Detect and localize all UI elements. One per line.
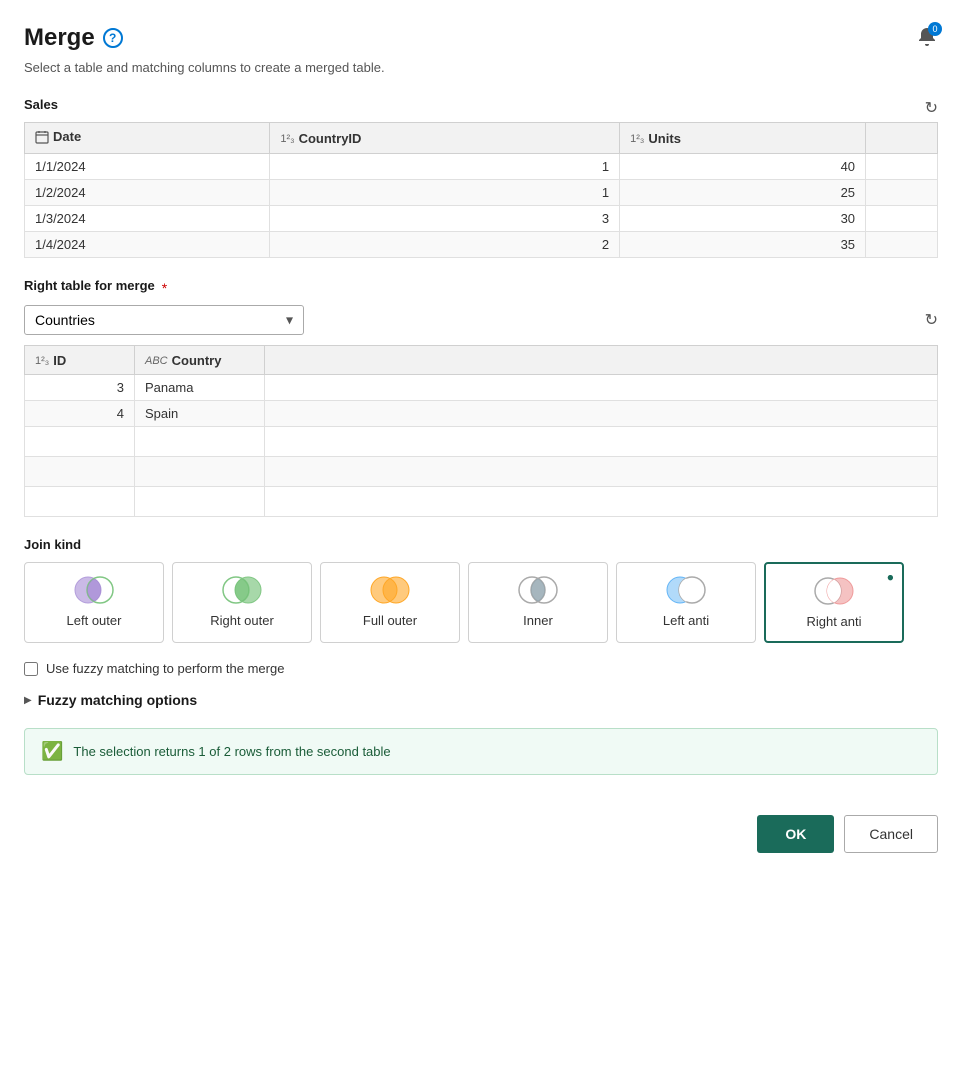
- join-option-full-outer[interactable]: Full outer: [320, 562, 460, 643]
- table-row-empty1: [25, 427, 938, 457]
- notification-icon[interactable]: 0: [916, 26, 938, 51]
- join-option-left-outer[interactable]: Left outer: [24, 562, 164, 643]
- table-row: 1/3/2024 3 30: [25, 205, 938, 231]
- table-row-empty3: [25, 487, 938, 517]
- fuzzy-matching-checkbox[interactable]: [24, 662, 38, 676]
- sales-table-label: Sales: [24, 97, 58, 112]
- join-option-right-outer[interactable]: Right outer: [172, 562, 312, 643]
- fuzzy-matching-row: Use fuzzy matching to perform the merge: [24, 661, 938, 676]
- sales-col-empty: [866, 123, 938, 154]
- footer-buttons: OK Cancel: [24, 805, 938, 853]
- right-table: 1²₃ ID ABC Country 3 Panama 4 Spain: [24, 345, 938, 518]
- right-anti-venn-icon: [812, 576, 856, 606]
- join-option-left-anti[interactable]: Left anti: [616, 562, 756, 643]
- page-subtitle: Select a table and matching columns to c…: [24, 60, 938, 75]
- sales-table: Date 1²₃ CountryID 1²₃ Units 1/1/2024 1: [24, 122, 938, 258]
- right-col-country[interactable]: ABC Country: [135, 345, 265, 375]
- right-col-id[interactable]: 1²₃ ID: [25, 345, 135, 375]
- right-table-refresh-button[interactable]: ↻: [925, 310, 938, 330]
- sales-refresh-button[interactable]: ↻: [925, 98, 938, 118]
- status-banner: ✅ The selection returns 1 of 2 rows from…: [24, 728, 938, 775]
- sales-col-units[interactable]: 1²₃ Units: [620, 123, 866, 154]
- status-message: The selection returns 1 of 2 rows from t…: [73, 744, 390, 759]
- join-option-right-anti[interactable]: Right anti ●: [764, 562, 904, 643]
- join-left-outer-label: Left outer: [67, 613, 122, 628]
- left-outer-venn-icon: [72, 575, 116, 605]
- calendar-icon: [35, 130, 49, 144]
- right-table-dropdown[interactable]: Countries ▾: [24, 305, 304, 335]
- fuzzy-chevron-icon: ▶: [24, 695, 32, 706]
- join-inner-label: Inner: [523, 613, 553, 628]
- join-right-anti-label: Right anti: [807, 614, 862, 629]
- full-outer-venn-icon: [368, 575, 412, 605]
- right-outer-venn-icon: [220, 575, 264, 605]
- right-col-empty: [265, 345, 938, 375]
- table-row: 4 Spain: [25, 401, 938, 427]
- table-row: 1/1/2024 1 40: [25, 153, 938, 179]
- join-options-container: Left outer Right outer Full outer Inner: [24, 562, 938, 643]
- check-circle-icon: ✅: [41, 741, 63, 762]
- table-row-empty2: [25, 457, 938, 487]
- help-icon[interactable]: ?: [103, 28, 123, 48]
- fuzzy-matching-label: Use fuzzy matching to perform the merge: [46, 661, 284, 676]
- ok-button[interactable]: OK: [757, 815, 834, 853]
- inner-venn-icon: [516, 575, 560, 605]
- table-row: 1/2/2024 1 25: [25, 179, 938, 205]
- required-indicator: *: [162, 280, 167, 296]
- join-right-outer-label: Right outer: [210, 613, 274, 628]
- join-kind-label: Join kind: [24, 537, 938, 552]
- left-anti-venn-icon: [664, 575, 708, 605]
- join-full-outer-label: Full outer: [363, 613, 417, 628]
- right-table-label: Right table for merge: [24, 278, 155, 293]
- selected-indicator: ●: [887, 570, 894, 584]
- join-left-anti-label: Left anti: [663, 613, 709, 628]
- sales-col-countryid[interactable]: 1²₃ CountryID: [270, 123, 620, 154]
- fuzzy-section-label: Fuzzy matching options: [38, 692, 197, 708]
- sales-col-date[interactable]: Date: [25, 123, 270, 154]
- fuzzy-options-section[interactable]: ▶ Fuzzy matching options: [24, 692, 938, 708]
- join-option-inner[interactable]: Inner: [468, 562, 608, 643]
- cancel-button[interactable]: Cancel: [844, 815, 938, 853]
- table-row: 1/4/2024 2 35: [25, 231, 938, 257]
- table-row: 3 Panama: [25, 375, 938, 401]
- notification-badge: 0: [928, 22, 942, 36]
- page-title: Merge: [24, 24, 95, 52]
- right-table-select[interactable]: Countries: [35, 312, 293, 328]
